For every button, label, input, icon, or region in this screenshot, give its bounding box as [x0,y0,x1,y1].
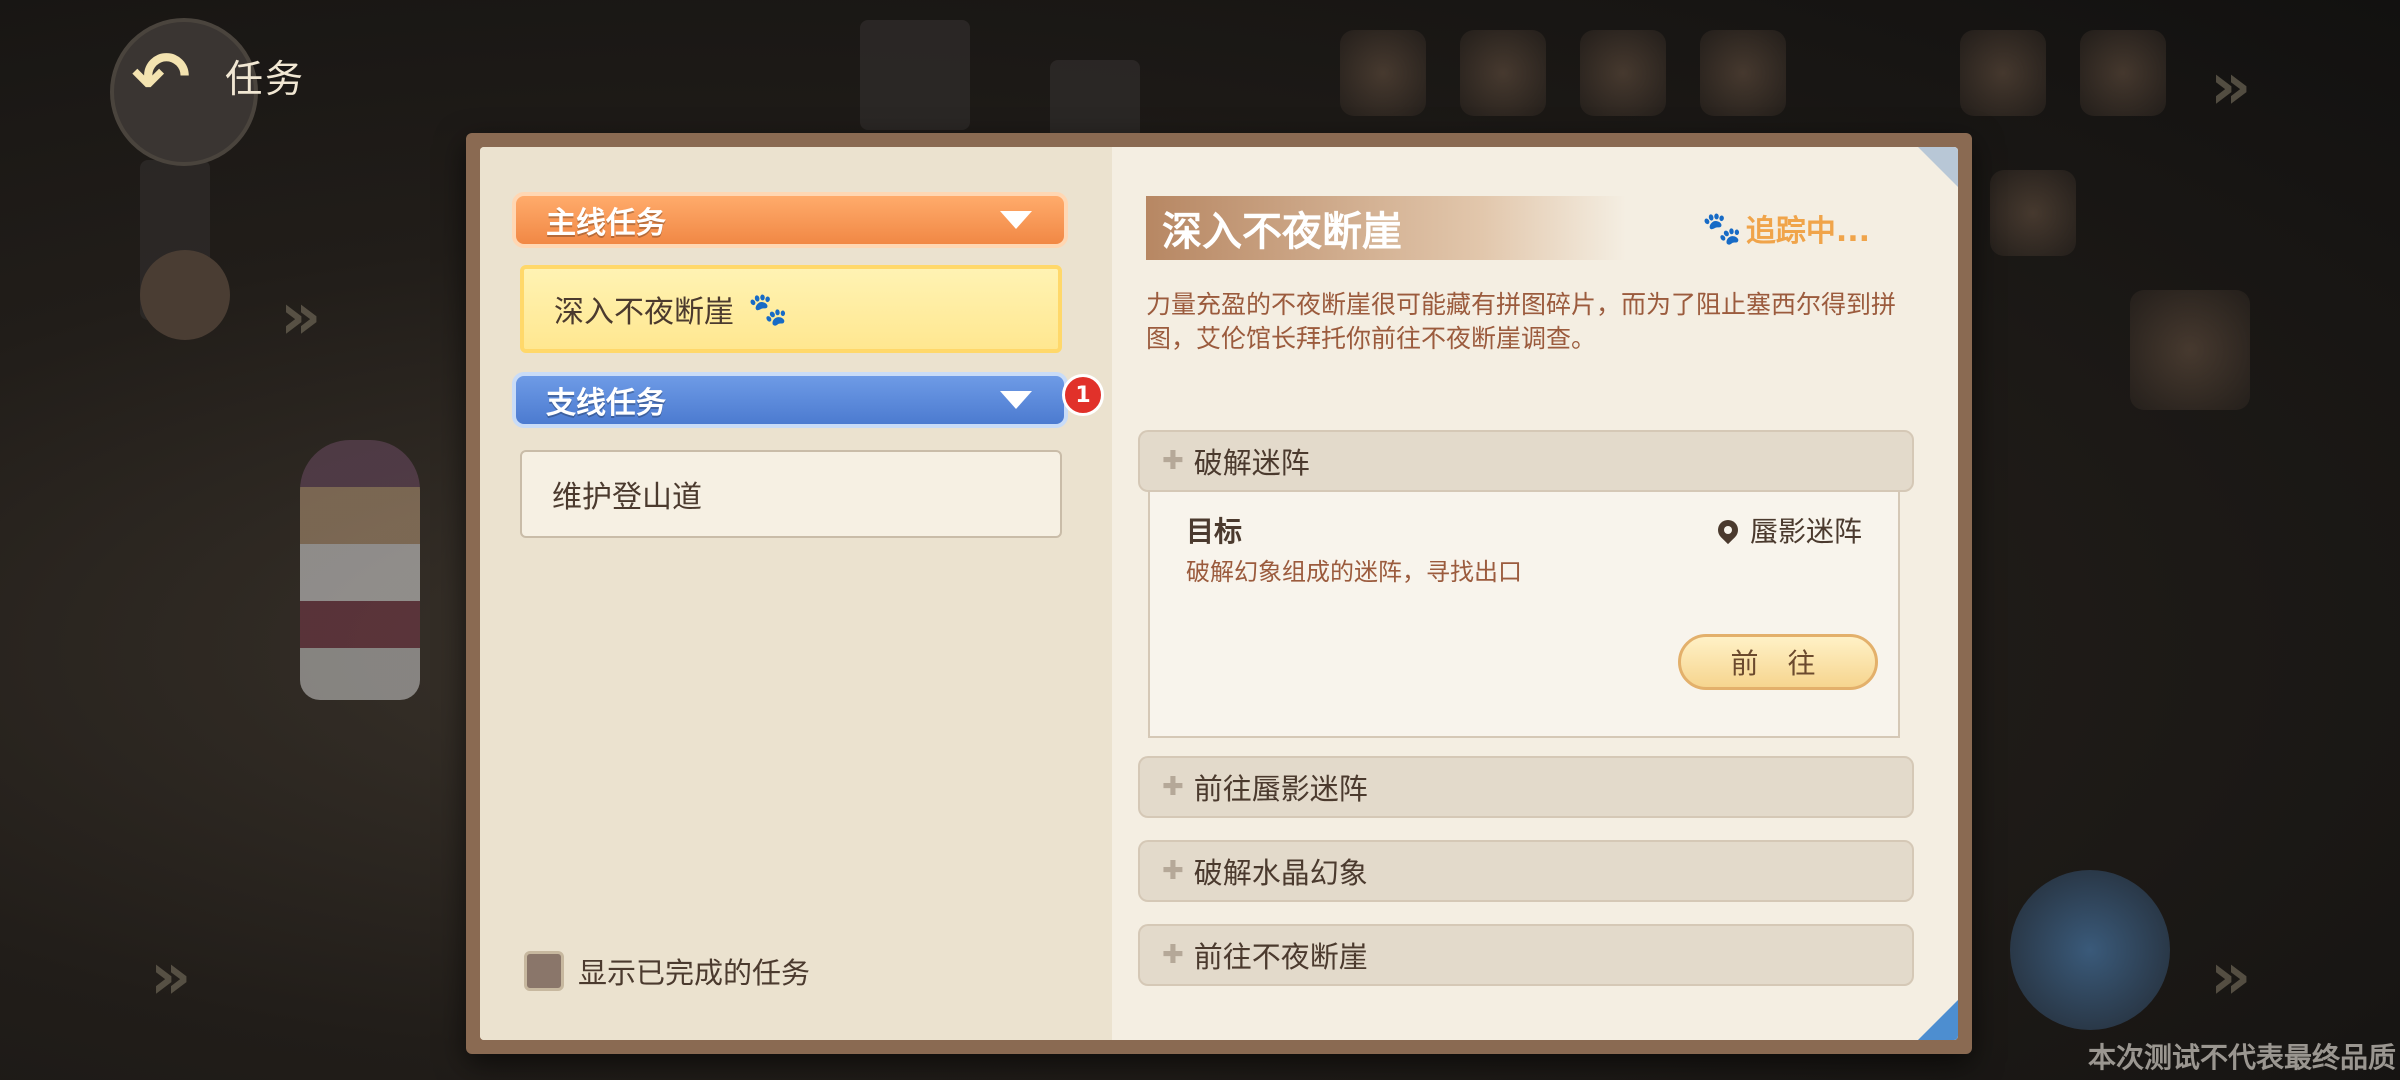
plus-icon: ✚ [1162,856,1184,886]
plus-icon: ✚ [1162,772,1184,802]
plus-icon: ✚ [1162,940,1184,970]
bg-rock [860,20,970,130]
bg-event-icon [1990,170,2076,256]
step-label: 前往蜃影迷阵 [1193,772,1368,806]
step-label: 破解迷阵 [1193,446,1310,480]
quest-step-body: 目标 蜃影迷阵 破解幻象组成的迷阵，寻找出口 前 往 [1148,490,1900,738]
bg-map-orb [2010,870,2170,1030]
back-arrow-icon: ↶ [131,36,191,118]
quest-step-header[interactable]: ✚ 前往蜃影迷阵 [1138,756,1914,818]
chevron-down-icon [1000,211,1032,229]
bg-chevron-icon: » [2210,50,2252,124]
bg-event-icon [1960,30,2046,116]
quest-title: 深入不夜断崖 [1146,196,1626,260]
chevron-down-icon [1000,391,1032,409]
bg-event-icon [1340,30,1426,116]
plus-icon: ✚ [1162,446,1184,476]
quest-item[interactable]: 维护登山道 [520,450,1062,538]
quest-item-active[interactable]: 深入不夜断崖 🐾 [520,265,1062,353]
bg-player-character [300,440,420,700]
goal-location[interactable]: 蜃影迷阵 [1713,510,1862,550]
step-label: 破解水晶幻象 [1193,856,1368,890]
bg-chevron-icon: » [2210,940,2252,1014]
goal-description: 破解幻象组成的迷阵，寻找出口 [1186,558,1522,586]
quest-item-label: 维护登山道 [552,480,702,515]
quest-item-label: 深入不夜断崖 [554,295,734,330]
bg-event-icon [1460,30,1546,116]
bg-chevron-icon: » [280,280,322,354]
quest-step-header[interactable]: ✚ 破解水晶幻象 [1138,840,1914,902]
watermark: 本次测试不代表最终品质 [2087,1041,2396,1074]
bg-event-icon [2080,30,2166,116]
tracking-button[interactable]: 🐾 追踪中... [1702,206,1870,250]
paw-icon: 🐾 [1702,209,1742,247]
page-title: 任务 [225,57,306,101]
category-main-label: 主线任务 [546,206,666,241]
quest-description: 力量充盈的不夜断崖很可能藏有拼图碎片，而为了阻止塞西尔得到拼图，艾伦馆长拜托你前… [1146,290,1897,353]
category-side-label: 支线任务 [546,386,666,421]
location-pin-icon [1713,515,1743,545]
checkbox[interactable] [524,951,564,991]
bg-rock [1050,60,1140,140]
quest-step-header[interactable]: ✚ 前往不夜断崖 [1138,924,1914,986]
back-button[interactable]: ↶ [118,36,204,118]
goal-label: 目标 [1186,515,1243,548]
bg-event-icon [1580,30,1666,116]
bg-chevron-icon: » [150,940,192,1014]
paw-icon: 🐾 [748,290,788,328]
go-button[interactable]: 前 往 [1678,634,1878,690]
quest-step-header[interactable]: ✚ 破解迷阵 [1138,430,1914,492]
bg-pet-icon [2130,290,2250,410]
bg-task-icon [140,250,230,340]
notification-badge: 1 [1062,374,1104,416]
show-completed-label: 显示已完成的任务 [578,956,811,990]
step-label: 前往不夜断崖 [1193,940,1368,974]
bg-event-icon [1700,30,1786,116]
category-side-quest[interactable]: 支线任务 [512,372,1068,428]
show-completed-toggle[interactable]: 显示已完成的任务 [524,950,810,992]
tracking-label: 追踪中... [1745,214,1871,249]
goal-location-label: 蜃影迷阵 [1749,515,1862,548]
category-main-quest[interactable]: 主线任务 [512,192,1068,248]
